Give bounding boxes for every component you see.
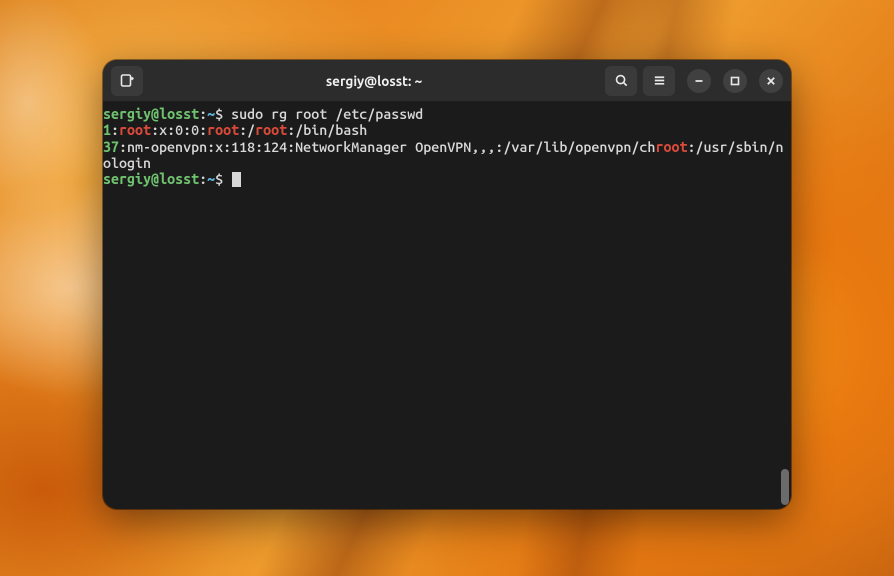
prompt-user: sergiy [103,106,151,122]
prompt-colon: : [199,171,207,187]
prompt-colon: : [199,106,207,122]
output-text: :/bin/bash [287,122,367,138]
output-text: :x:0:0: [151,122,207,138]
window-title: sergiy@losst: ~ [149,73,599,89]
output-match: root [207,122,239,138]
maximize-button[interactable] [723,69,747,93]
new-tab-button[interactable] [111,66,143,96]
prompt-dollar: $ [215,106,231,122]
terminal-window: sergiy@losst: ~ [103,60,791,509]
output-text: :/ [239,122,255,138]
output-text: :nm-openvpn:x:118:124:NetworkManager Ope… [119,139,655,155]
prompt-path: ~ [207,106,215,122]
search-icon [614,73,629,88]
output-match: root [655,139,687,155]
menu-button[interactable] [643,66,675,96]
maximize-icon [730,76,740,86]
prompt-dollar: $ [215,171,231,187]
output-lineno: 37 [103,139,119,155]
output-lineno: 1 [103,122,111,138]
prompt-host: losst [159,171,199,187]
search-button[interactable] [605,66,637,96]
minimize-button[interactable] [687,69,711,93]
titlebar: sergiy@losst: ~ [103,60,791,102]
prompt-path: ~ [207,171,215,187]
close-icon [766,76,776,86]
scrollbar-thumb[interactable] [781,469,789,505]
output-match: root [255,122,287,138]
minimize-icon [694,76,704,86]
close-button[interactable] [759,69,783,93]
cursor [232,172,241,187]
hamburger-menu-icon [652,73,667,88]
command-text: sudo rg root /etc/passwd [231,106,423,122]
prompt-at: @ [151,171,159,187]
output-match: root [119,122,151,138]
prompt-user: sergiy [103,171,151,187]
prompt-host: losst [159,106,199,122]
new-tab-icon [119,73,135,89]
terminal-body[interactable]: sergiy@losst:~$ sudo rg root /etc/passwd… [103,102,791,509]
output-text: : [111,122,119,138]
prompt-at: @ [151,106,159,122]
